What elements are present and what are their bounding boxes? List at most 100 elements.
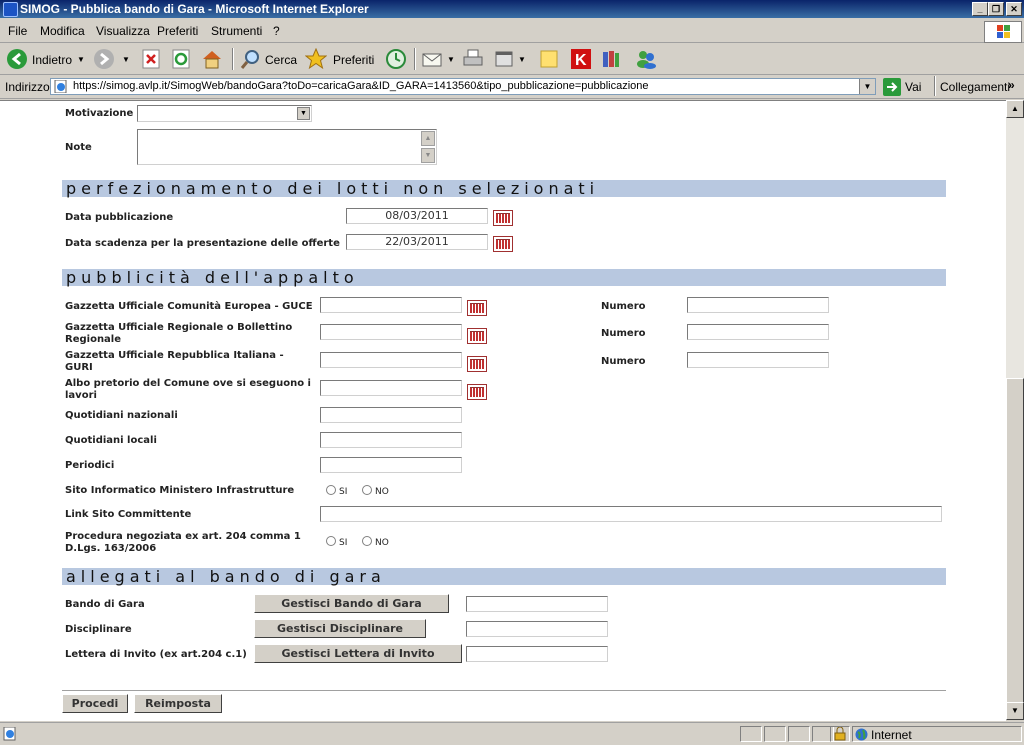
search-button-label[interactable]: Cerca <box>265 53 297 67</box>
calendar-icon[interactable] <box>467 300 487 316</box>
zone-label: Internet <box>871 728 912 742</box>
scroll-down-icon[interactable]: ▼ <box>1006 702 1024 720</box>
page-status-icon <box>3 726 17 741</box>
note-textarea[interactable]: ▲ ▼ <box>137 129 437 165</box>
note-icon[interactable] <box>538 48 560 70</box>
home-icon[interactable] <box>201 48 223 70</box>
data-pubblicazione-input[interactable]: 08/03/2011 <box>346 208 488 224</box>
forward-icon[interactable] <box>93 48 115 70</box>
refresh-icon[interactable] <box>170 48 192 70</box>
search-icon[interactable] <box>240 48 262 70</box>
section-allegati: allegati al bando di gara <box>62 568 946 585</box>
gestisci-disciplinare-button[interactable]: Gestisci Disciplinare <box>254 619 426 638</box>
albo-date-input[interactable] <box>320 380 462 396</box>
back-icon[interactable] <box>6 48 28 70</box>
bando-file-input[interactable] <box>466 596 608 612</box>
data-scadenza-input[interactable]: 22/03/2011 <box>346 234 488 250</box>
gestisci-bando-button[interactable]: Gestisci Bando di Gara <box>254 594 449 613</box>
menu-help[interactable]: ? <box>273 24 280 38</box>
menu-visualizza[interactable]: Visualizza <box>96 24 150 38</box>
menu-preferiti[interactable]: Preferiti <box>157 24 198 38</box>
zone-panel: Internet <box>852 726 1022 742</box>
page-scrollbar[interactable]: ▲ ▼ <box>1006 100 1024 720</box>
data-pubblicazione-label: Data pubblicazione <box>65 212 174 223</box>
menu-modifica[interactable]: Modifica <box>40 24 85 38</box>
favorites-button-label[interactable]: Preferiti <box>333 53 374 67</box>
windows-logo-icon <box>984 21 1022 43</box>
menu-file[interactable]: File <box>8 24 27 38</box>
guce-numero-label: Numero <box>601 301 646 312</box>
motivazione-select[interactable]: ▼ <box>137 105 312 122</box>
menu-bar: File Modifica Visualizza Preferiti Strum… <box>0 20 1024 43</box>
chevron-down-icon[interactable]: ▼ <box>297 107 310 120</box>
disciplinare-file-input[interactable] <box>466 621 608 637</box>
scroll-up-icon[interactable]: ▲ <box>421 131 435 146</box>
maximize-button[interactable]: ❐ <box>988 2 1004 16</box>
guri-numero-input[interactable] <box>687 352 829 368</box>
calendar-icon[interactable] <box>493 236 513 252</box>
go-arrow-icon[interactable] <box>883 78 901 96</box>
back-button-label[interactable]: Indietro <box>32 53 72 67</box>
back-dropdown-icon[interactable]: ▼ <box>77 55 85 64</box>
procedi-button[interactable]: Procedi <box>62 694 128 713</box>
go-button-label[interactable]: Vai <box>905 80 921 94</box>
messenger-icon[interactable] <box>635 48 657 70</box>
gestisci-lettera-button[interactable]: Gestisci Lettera di Invito <box>254 644 462 663</box>
section-pubblicita: pubblicità dell'appalto <box>62 269 946 286</box>
edit-dropdown-icon[interactable]: ▼ <box>518 55 526 64</box>
scroll-down-icon[interactable]: ▼ <box>421 148 435 163</box>
toolbar: Indietro ▼ ▼ Cerca Preferiti ▼ ▼ K <box>0 44 1024 75</box>
links-chevron-icon[interactable]: » <box>1008 78 1015 92</box>
edit-icon[interactable] <box>493 48 515 70</box>
gur-numero-label: Numero <box>601 328 646 339</box>
print-icon[interactable] <box>462 48 484 70</box>
calendar-icon[interactable] <box>493 210 513 226</box>
note-label: Note <box>65 142 92 153</box>
sito-no-radio[interactable] <box>362 485 372 495</box>
gur-numero-input[interactable] <box>687 324 829 340</box>
forward-dropdown-icon[interactable]: ▼ <box>122 55 130 64</box>
guce-numero-input[interactable] <box>687 297 829 313</box>
menu-strumenti[interactable]: Strumenti <box>211 24 262 38</box>
scroll-thumb[interactable] <box>1006 378 1024 704</box>
procedura-no-label: NO <box>375 538 389 548</box>
mail-icon[interactable] <box>421 48 443 70</box>
research-icon[interactable] <box>600 48 622 70</box>
minimize-button[interactable]: _ <box>972 2 988 16</box>
divider <box>62 690 946 691</box>
calendar-icon[interactable] <box>467 356 487 372</box>
quotidiani-locali-input[interactable] <box>320 432 462 448</box>
sito-si-radio[interactable] <box>326 485 336 495</box>
gur-label: Gazzetta Ufficiale Regionale o Bollettin… <box>65 322 293 345</box>
kaspersky-icon[interactable]: K <box>570 48 592 70</box>
lettera-file-input[interactable] <box>466 646 608 662</box>
quotidiani-nazionali-input[interactable] <box>320 407 462 423</box>
periodici-input[interactable] <box>320 457 462 473</box>
guri-date-input[interactable] <box>320 352 462 368</box>
mail-dropdown-icon[interactable]: ▼ <box>447 55 455 64</box>
scroll-up-icon[interactable]: ▲ <box>1006 100 1024 118</box>
status-panel <box>788 726 810 742</box>
gur-date-input[interactable] <box>320 324 462 340</box>
reimposta-button[interactable]: Reimposta <box>134 694 222 713</box>
bando-label: Bando di Gara <box>65 599 145 610</box>
address-dropdown-icon[interactable]: ▼ <box>859 79 875 94</box>
address-url: https://simog.avlp.it/SimogWeb/bandoGara… <box>73 80 649 92</box>
address-input[interactable]: https://simog.avlp.it/SimogWeb/bandoGara… <box>50 78 876 95</box>
link-input[interactable] <box>320 506 942 522</box>
sito-si-label: SI <box>339 487 348 497</box>
status-panel <box>764 726 786 742</box>
calendar-icon[interactable] <box>467 328 487 344</box>
status-bar: Internet <box>0 722 1024 745</box>
guri-numero-label: Numero <box>601 356 646 367</box>
stop-icon[interactable] <box>140 48 162 70</box>
favorites-star-icon[interactable] <box>304 47 328 70</box>
procedura-si-radio[interactable] <box>326 536 336 546</box>
procedura-no-radio[interactable] <box>362 536 372 546</box>
title-bar: SIMOG - Pubblica bando di Gara - Microso… <box>0 0 1024 18</box>
guce-date-input[interactable] <box>320 297 462 313</box>
links-label[interactable]: Collegamenti <box>940 80 1010 94</box>
calendar-icon[interactable] <box>467 384 487 400</box>
history-icon[interactable] <box>385 48 407 70</box>
close-button[interactable]: ✕ <box>1006 2 1022 16</box>
